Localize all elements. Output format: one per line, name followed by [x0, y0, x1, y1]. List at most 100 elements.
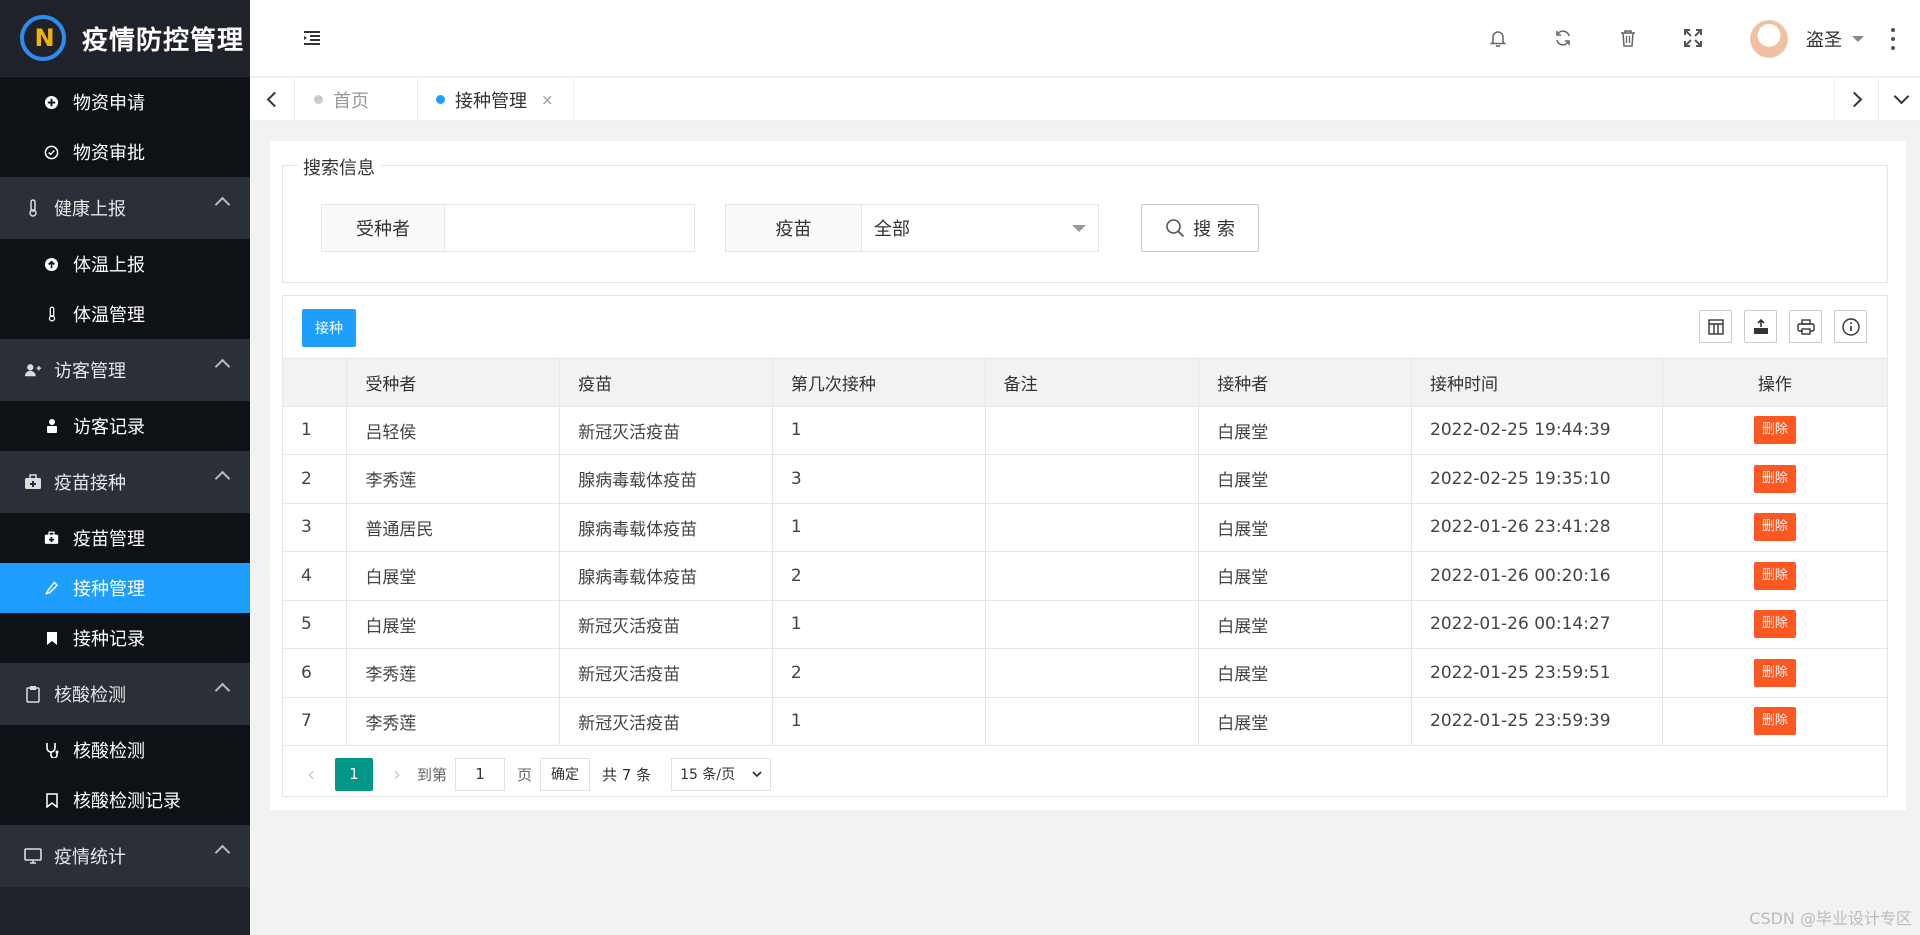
- refresh-icon[interactable]: [1553, 28, 1573, 48]
- avatar[interactable]: [1750, 20, 1788, 58]
- fullscreen-icon[interactable]: [1683, 28, 1703, 48]
- menu-collapse-icon[interactable]: [302, 28, 322, 48]
- delete-button[interactable]: 删除: [1753, 658, 1796, 687]
- sidebar-group-label: 健康上报: [54, 199, 126, 220]
- sidebar-item-label: 访客记录: [73, 417, 145, 438]
- tab-dropdown[interactable]: [1879, 78, 1920, 121]
- table-row: 2 李秀莲 腺病毒载体疫苗 3 白展堂 2022-02-25 19:35:10 …: [283, 454, 1887, 504]
- cell-actions: 删除: [1662, 406, 1887, 455]
- sidebar-item-vaccine-manage[interactable]: 疫苗管理: [0, 513, 250, 563]
- nav-top-group: 物资申请 物资审批: [0, 77, 250, 177]
- chevron-up-icon: [214, 358, 231, 375]
- trash-icon[interactable]: [1618, 28, 1638, 48]
- tab-bar: 首页 接种管理 ×: [250, 78, 1920, 121]
- sidebar-item-vaccination-record[interactable]: 接种记录: [0, 613, 250, 663]
- cell-time: 2022-01-26 23:41:28: [1411, 503, 1663, 552]
- recipient-field: 受种者: [321, 204, 695, 252]
- cell-vaccinator: 白展堂: [1198, 648, 1413, 698]
- vaccine-field: 疫苗 全部: [725, 204, 1099, 252]
- delete-button[interactable]: 删除: [1753, 513, 1796, 542]
- search-button-label: 搜 索: [1193, 219, 1235, 240]
- app-logo: N 疫情防控管理: [0, 0, 250, 77]
- delete-button[interactable]: 删除: [1753, 610, 1796, 639]
- cell-remark: [985, 697, 1200, 746]
- info-icon[interactable]: [1834, 310, 1867, 343]
- cell-remark: [985, 454, 1200, 504]
- sidebar-item-supply-approve[interactable]: 物资审批: [0, 127, 250, 177]
- add-vaccination-button[interactable]: 接种: [302, 309, 356, 347]
- cell-dose: 1: [772, 600, 986, 649]
- sidebar-group-vaccination[interactable]: 疫苗接种: [0, 451, 250, 513]
- goto-confirm-button[interactable]: 确定: [540, 757, 591, 791]
- sidebar-item-temp-report[interactable]: 体温上报: [0, 239, 250, 289]
- cell-dose: 1: [772, 503, 986, 552]
- close-icon[interactable]: ×: [541, 91, 554, 109]
- cell-time: 2022-02-25 19:35:10: [1411, 454, 1663, 504]
- delete-button[interactable]: 删除: [1753, 561, 1796, 590]
- syringe-icon: [44, 581, 59, 596]
- column-header: 受种者: [346, 359, 561, 407]
- cell-recipient: 吕轻侯: [346, 406, 561, 455]
- username[interactable]: 盗圣: [1806, 26, 1842, 52]
- bell-icon[interactable]: [1488, 28, 1508, 48]
- table-toolbar: 接种: [283, 296, 1887, 359]
- columns-filter-icon[interactable]: [1699, 310, 1732, 343]
- delete-button[interactable]: 删除: [1753, 707, 1796, 736]
- sidebar-item-nucleic-record[interactable]: 核酸检测记录: [0, 775, 250, 825]
- app-title: 疫情防控管理: [82, 25, 245, 56]
- data-table-container: 接种 受种者 疫苗 第几次接种 备注 接种者 接种时间 操作 1 吕轻侯 新冠灭…: [282, 295, 1888, 797]
- page-size-value: 15 条/页: [680, 767, 736, 783]
- vaccination-table: 受种者 疫苗 第几次接种 备注 接种者 接种时间 操作 1 吕轻侯 新冠灭活疫苗…: [283, 359, 1887, 746]
- caret-down-icon[interactable]: [1852, 36, 1864, 42]
- column-header: [283, 359, 348, 407]
- sidebar-group-visitor[interactable]: 访客管理: [0, 339, 250, 401]
- sidebar-item-supply-apply[interactable]: 物资申请: [0, 77, 250, 127]
- tab-vaccination-manage[interactable]: 接种管理 ×: [418, 78, 574, 121]
- column-header: 备注: [985, 359, 1200, 407]
- cell-vaccinator: 白展堂: [1198, 454, 1413, 504]
- stethoscope-icon: [44, 743, 59, 758]
- page-size-select[interactable]: 15 条/页: [671, 757, 772, 791]
- sidebar-item-nucleic-test[interactable]: 核酸检测: [0, 725, 250, 775]
- check-circle-icon: [44, 145, 59, 160]
- cell-remark: [985, 600, 1200, 649]
- goto-prefix: 到第: [417, 765, 448, 784]
- next-page-icon[interactable]: ›: [385, 762, 409, 786]
- tab-label: 首页: [333, 90, 369, 112]
- chevron-up-icon: [214, 470, 231, 487]
- cell-vaccinator: 白展堂: [1198, 503, 1413, 552]
- delete-button[interactable]: 删除: [1753, 464, 1796, 493]
- sidebar: N 疫情防控管理 物资申请 物资审批 健康上报 体温上报 体温管理 访客管理 访…: [0, 0, 250, 935]
- export-icon[interactable]: [1744, 310, 1777, 343]
- total-count: 共 7 条: [602, 765, 652, 784]
- tab-home[interactable]: 首页: [296, 78, 418, 121]
- column-header: 操作: [1662, 359, 1887, 407]
- row-index: 3: [283, 503, 348, 552]
- vaccine-select[interactable]: 全部: [862, 205, 1098, 251]
- print-icon[interactable]: [1789, 310, 1822, 343]
- sidebar-group-nucleic[interactable]: 核酸检测: [0, 663, 250, 725]
- more-vertical-icon[interactable]: [1890, 28, 1896, 50]
- search-icon: [1166, 219, 1185, 238]
- sidebar-item-temp-manage[interactable]: 体温管理: [0, 289, 250, 339]
- search-button[interactable]: 搜 索: [1141, 204, 1259, 252]
- goto-page-input[interactable]: [455, 757, 506, 791]
- tab-scroll-right[interactable]: [1834, 78, 1879, 121]
- table-row: 4 白展堂 腺病毒载体疫苗 2 白展堂 2022-01-26 00:20:16 …: [283, 551, 1887, 601]
- prev-page-icon[interactable]: ‹: [299, 762, 323, 786]
- sidebar-group-health[interactable]: 健康上报: [0, 177, 250, 239]
- cell-time: 2022-01-26 00:20:16: [1411, 551, 1663, 601]
- cell-recipient: 白展堂: [346, 551, 561, 601]
- row-index: 4: [283, 551, 348, 601]
- main-panel: 搜索信息 受种者 疫苗 全部 搜 索 接种 受种者 疫苗 第几次接种 备注 接种…: [270, 141, 1906, 810]
- delete-button[interactable]: 删除: [1753, 416, 1796, 445]
- sidebar-group-statistics[interactable]: 疫情统计: [0, 825, 250, 887]
- chevron-up-icon: [214, 682, 231, 699]
- sidebar-item-visitor-record[interactable]: 访客记录: [0, 401, 250, 451]
- recipient-input[interactable]: [445, 205, 694, 251]
- cell-recipient: 白展堂: [346, 600, 561, 649]
- tab-scroll-left[interactable]: [250, 78, 295, 121]
- sidebar-item-vaccination-manage[interactable]: 接种管理: [0, 563, 250, 613]
- nav-nucleic-items: 核酸检测 核酸检测记录: [0, 725, 250, 825]
- page-current[interactable]: 1: [335, 757, 373, 791]
